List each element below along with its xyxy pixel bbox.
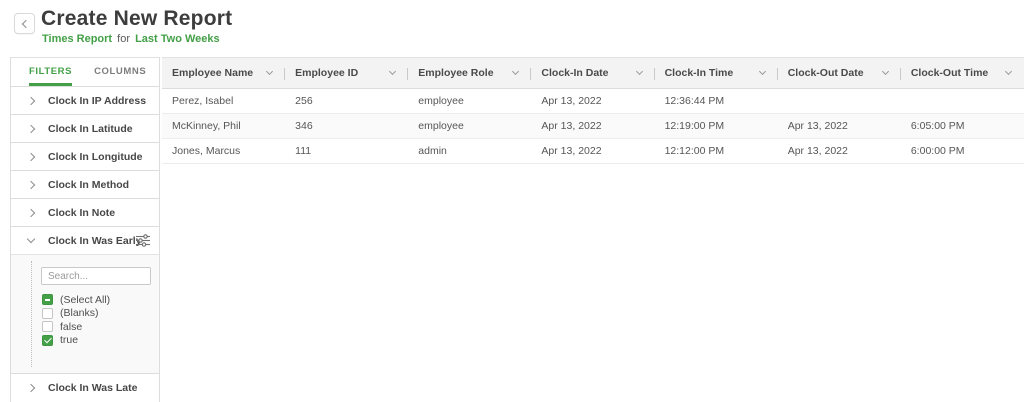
filter-clock-in-method[interactable]: Clock In Method — [11, 170, 159, 198]
chevron-right-icon — [26, 152, 36, 161]
filter-clock-in-ip-address[interactable]: Clock In IP Address — [11, 86, 159, 114]
back-button[interactable] — [14, 13, 35, 34]
chevron-down-icon[interactable] — [512, 67, 520, 76]
checkbox-blanks[interactable] — [42, 307, 53, 319]
cell-clock-in-date: Apr 13, 2022 — [541, 95, 602, 107]
column-header-employee-id[interactable]: Employee ID — [285, 58, 409, 88]
chevron-right-icon — [26, 208, 36, 217]
filter-option-true[interactable]: true — [42, 334, 110, 348]
chevron-down-icon[interactable] — [758, 67, 766, 76]
column-header-clock-in-date[interactable]: Clock-In Date — [531, 58, 655, 88]
chevron-down-icon[interactable] — [881, 67, 889, 76]
column-header-clock-out-time[interactable]: Clock-Out Time — [901, 58, 1024, 88]
page-header: Create New Report Times Report for Last … — [0, 0, 1024, 57]
table-header-row: Employee Name Employee ID Employee Role … — [162, 57, 1024, 89]
report-table: Employee Name Employee ID Employee Role … — [162, 57, 1024, 164]
sidebar-tabs: FILTERS COLUMNS — [11, 58, 159, 86]
table-row[interactable]: Jones, Marcus 111 admin Apr 13, 2022 12:… — [162, 139, 1024, 164]
chevron-right-icon — [26, 124, 36, 133]
cell-clock-in-time: 12:19:00 PM — [664, 120, 725, 132]
column-header-clock-out-date[interactable]: Clock-Out Date — [778, 58, 901, 88]
cell-employee-role: admin — [418, 145, 447, 157]
cell-clock-in-date: Apr 13, 2022 — [541, 120, 602, 132]
cell-employee-name: McKinney, Phil — [172, 120, 241, 132]
report-subtitle: Times Report for Last Two Weeks — [42, 33, 220, 45]
tab-columns[interactable]: COLUMNS — [94, 58, 146, 86]
chevron-left-icon — [21, 19, 30, 28]
filter-option-blanks[interactable]: (Blanks) — [42, 307, 110, 321]
cell-employee-role: employee — [418, 120, 464, 132]
filter-clock-in-was-late[interactable]: Clock In Was Late — [11, 373, 159, 401]
chevron-right-icon — [26, 383, 36, 392]
cell-clock-out-date — [778, 89, 901, 113]
checkbox-select-all[interactable] — [42, 294, 53, 306]
cell-employee-name: Perez, Isabel — [172, 95, 234, 107]
cell-clock-in-time: 12:36:44 PM — [664, 95, 725, 107]
cell-clock-in-date: Apr 13, 2022 — [541, 145, 602, 157]
cell-employee-name: Jones, Marcus — [172, 145, 241, 157]
filter-option-select-all[interactable]: (Select All) — [42, 293, 110, 307]
filter-option-list: (Select All) (Blanks) false true — [42, 293, 110, 347]
cell-employee-id: 256 — [295, 95, 313, 107]
cell-clock-out-date: Apr 13, 2022 — [787, 145, 848, 157]
create-new-report-page: Create New Report Times Report for Last … — [0, 0, 1024, 402]
chevron-down-icon[interactable] — [389, 67, 397, 76]
table-row[interactable]: McKinney, Phil 346 employee Apr 13, 2022… — [162, 114, 1024, 139]
checkbox-true[interactable] — [42, 334, 53, 346]
sidebar: FILTERS COLUMNS Clock In IP Address Cloc… — [10, 57, 160, 402]
filter-clock-in-latitude[interactable]: Clock In Latitude — [11, 114, 159, 142]
subtitle-connector: for — [117, 33, 130, 45]
filter-panel-clock-in-was-early: (Select All) (Blanks) false true — [11, 254, 159, 373]
cell-clock-out-time — [901, 89, 1024, 113]
cell-employee-id: 111 — [295, 145, 312, 157]
cell-employee-role: employee — [418, 95, 464, 107]
tab-filters[interactable]: FILTERS — [29, 58, 73, 86]
page-title: Create New Report — [41, 7, 233, 30]
filter-option-false[interactable]: false — [42, 320, 110, 334]
filter-clock-in-was-early[interactable]: Clock In Was Early — [11, 226, 159, 254]
column-header-employee-role[interactable]: Employee Role — [408, 58, 532, 88]
chevron-right-icon — [26, 180, 36, 189]
filter-clock-in-longitude[interactable]: Clock In Longitude — [11, 142, 159, 170]
cell-clock-in-time: 12:12:00 PM — [664, 145, 725, 157]
chevron-down-icon[interactable] — [1004, 67, 1013, 76]
chevron-down-icon — [26, 234, 36, 244]
filter-clock-in-note[interactable]: Clock In Note — [11, 198, 159, 226]
checkbox-false[interactable] — [42, 321, 53, 333]
report-type-link[interactable]: Times Report — [42, 33, 112, 45]
sliders-icon[interactable] — [136, 234, 150, 252]
filter-search-input[interactable] — [41, 267, 151, 285]
column-header-employee-name[interactable]: Employee Name — [162, 58, 286, 88]
chevron-down-icon[interactable] — [266, 67, 274, 76]
column-header-clock-in-time[interactable]: Clock-In Time — [655, 58, 778, 88]
table-row[interactable]: Perez, Isabel 256 employee Apr 13, 2022 … — [162, 89, 1024, 114]
cell-clock-out-date: Apr 13, 2022 — [787, 120, 848, 132]
cell-clock-out-time: 6:00:00 PM — [910, 145, 965, 157]
cell-clock-out-time: 6:05:00 PM — [910, 120, 965, 132]
cell-employee-id: 346 — [295, 120, 313, 132]
date-range-link[interactable]: Last Two Weeks — [135, 33, 220, 45]
chevron-down-icon[interactable] — [635, 67, 643, 76]
chevron-right-icon — [26, 96, 36, 105]
